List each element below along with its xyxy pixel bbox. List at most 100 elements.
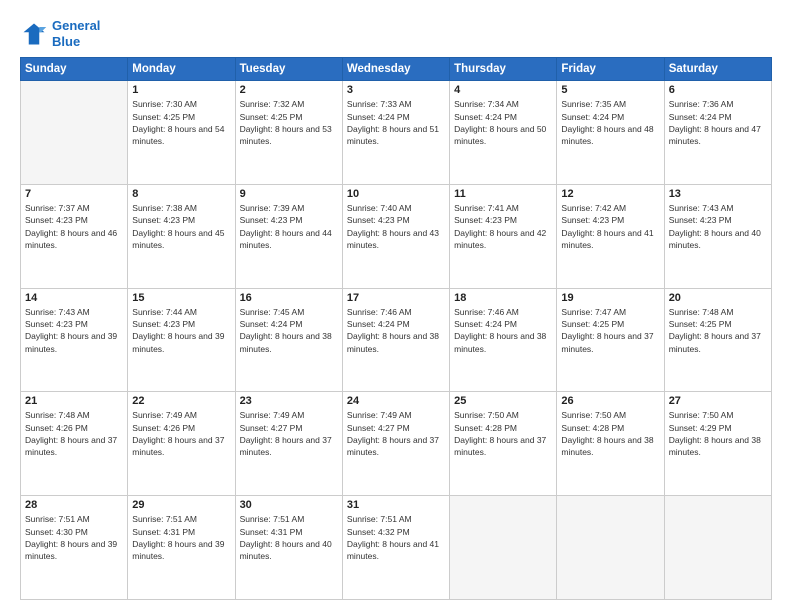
day-info: Sunrise: 7:43 AMSunset: 4:23 PMDaylight:… bbox=[25, 306, 123, 355]
day-number: 28 bbox=[25, 499, 123, 511]
day-info: Sunrise: 7:38 AMSunset: 4:23 PMDaylight:… bbox=[132, 202, 230, 251]
day-number: 19 bbox=[561, 292, 659, 304]
day-number: 13 bbox=[669, 188, 767, 200]
day-info: Sunrise: 7:50 AMSunset: 4:28 PMDaylight:… bbox=[454, 409, 552, 458]
day-info: Sunrise: 7:43 AMSunset: 4:23 PMDaylight:… bbox=[669, 202, 767, 251]
day-info: Sunrise: 7:32 AMSunset: 4:25 PMDaylight:… bbox=[240, 98, 338, 147]
day-number: 18 bbox=[454, 292, 552, 304]
day-cell: 28 Sunrise: 7:51 AMSunset: 4:30 PMDayligh… bbox=[21, 496, 128, 600]
week-row-4: 21Sunrise: 7:48 AMSunset: 4:26 PMDayligh… bbox=[21, 392, 772, 496]
page: General Blue SundayMondayTuesdayWednesda… bbox=[0, 0, 792, 612]
day-number: 9 bbox=[240, 188, 338, 200]
day-number: 16 bbox=[240, 292, 338, 304]
day-info: Sunrise: 7:33 AMSunset: 4:24 PMDaylight:… bbox=[347, 98, 445, 147]
day-cell: 5Sunrise: 7:35 AMSunset: 4:24 PMDaylight… bbox=[557, 81, 664, 185]
day-info: Sunrise: 7:46 AMSunset: 4:24 PMDaylight:… bbox=[454, 306, 552, 355]
day-cell: 29 Sunrise: 7:51 AMSunset: 4:31 PMDayligh… bbox=[128, 496, 235, 600]
day-number: 12 bbox=[561, 188, 659, 200]
day-info: Sunrise: 7:51 AMSunset: 4:30 PMDaylight:… bbox=[25, 513, 123, 562]
header: General Blue bbox=[20, 18, 772, 49]
day-info: Sunrise: 7:48 AMSunset: 4:26 PMDaylight:… bbox=[25, 409, 123, 458]
day-number: 27 bbox=[669, 395, 767, 407]
day-info: Sunrise: 7:34 AMSunset: 4:24 PMDaylight:… bbox=[454, 98, 552, 147]
day-info: Sunrise: 7:37 AMSunset: 4:23 PMDaylight:… bbox=[25, 202, 123, 251]
weekday-header-row: SundayMondayTuesdayWednesdayThursdayFrid… bbox=[21, 58, 772, 81]
day-cell: 11 Sunrise: 7:41 AMSunset: 4:23 PMDayligh… bbox=[450, 184, 557, 288]
day-info: Sunrise: 7:47 AMSunset: 4:25 PMDaylight:… bbox=[561, 306, 659, 355]
day-cell: 10Sunrise: 7:40 AMSunset: 4:23 PMDayligh… bbox=[342, 184, 449, 288]
day-info: Sunrise: 7:36 AMSunset: 4:24 PMDaylight:… bbox=[669, 98, 767, 147]
day-number: 17 bbox=[347, 292, 445, 304]
weekday-saturday: Saturday bbox=[664, 58, 771, 81]
calendar-table: SundayMondayTuesdayWednesdayThursdayFrid… bbox=[20, 57, 772, 600]
day-info: Sunrise: 7:46 AMSunset: 4:24 PMDaylight:… bbox=[347, 306, 445, 355]
day-info: Sunrise: 7:41 AMSunset: 4:23 PMDaylight:… bbox=[454, 202, 552, 251]
day-cell bbox=[664, 496, 771, 600]
logo: General Blue bbox=[20, 18, 100, 49]
week-row-2: 7 Sunrise: 7:37 AMSunset: 4:23 PMDaylight… bbox=[21, 184, 772, 288]
weekday-sunday: Sunday bbox=[21, 58, 128, 81]
day-cell: 4 Sunrise: 7:34 AMSunset: 4:24 PMDaylight… bbox=[450, 81, 557, 185]
day-number: 14 bbox=[25, 292, 123, 304]
day-cell: 16 Sunrise: 7:45 AMSunset: 4:24 PMDayligh… bbox=[235, 288, 342, 392]
weekday-monday: Monday bbox=[128, 58, 235, 81]
day-cell bbox=[450, 496, 557, 600]
day-info: Sunrise: 7:45 AMSunset: 4:24 PMDaylight:… bbox=[240, 306, 338, 355]
day-info: Sunrise: 7:42 AMSunset: 4:23 PMDaylight:… bbox=[561, 202, 659, 251]
day-cell: 2Sunrise: 7:32 AMSunset: 4:25 PMDaylight… bbox=[235, 81, 342, 185]
day-cell: 20Sunrise: 7:48 AMSunset: 4:25 PMDayligh… bbox=[664, 288, 771, 392]
day-info: Sunrise: 7:30 AMSunset: 4:25 PMDaylight:… bbox=[132, 98, 230, 147]
logo-text: General Blue bbox=[52, 18, 100, 49]
day-cell bbox=[557, 496, 664, 600]
day-cell: 1 Sunrise: 7:30 AMSunset: 4:25 PMDaylight… bbox=[128, 81, 235, 185]
day-cell: 22 Sunrise: 7:49 AMSunset: 4:26 PMDayligh… bbox=[128, 392, 235, 496]
day-cell: 26 Sunrise: 7:50 AMSunset: 4:28 PMDayligh… bbox=[557, 392, 664, 496]
day-cell: 30 Sunrise: 7:51 AMSunset: 4:31 PMDayligh… bbox=[235, 496, 342, 600]
day-cell: 21Sunrise: 7:48 AMSunset: 4:26 PMDayligh… bbox=[21, 392, 128, 496]
day-info: Sunrise: 7:49 AMSunset: 4:27 PMDaylight:… bbox=[347, 409, 445, 458]
day-number: 1 bbox=[132, 84, 230, 96]
day-number: 26 bbox=[561, 395, 659, 407]
day-info: Sunrise: 7:40 AMSunset: 4:23 PMDaylight:… bbox=[347, 202, 445, 251]
day-cell: 6 Sunrise: 7:36 AMSunset: 4:24 PMDaylight… bbox=[664, 81, 771, 185]
day-info: Sunrise: 7:48 AMSunset: 4:25 PMDaylight:… bbox=[669, 306, 767, 355]
weekday-friday: Friday bbox=[557, 58, 664, 81]
day-info: Sunrise: 7:50 AMSunset: 4:29 PMDaylight:… bbox=[669, 409, 767, 458]
day-number: 7 bbox=[25, 188, 123, 200]
day-cell: 25 Sunrise: 7:50 AMSunset: 4:28 PMDayligh… bbox=[450, 392, 557, 496]
day-info: Sunrise: 7:51 AMSunset: 4:32 PMDaylight:… bbox=[347, 513, 445, 562]
day-number: 3 bbox=[347, 84, 445, 96]
day-number: 29 bbox=[132, 499, 230, 511]
day-cell: 9Sunrise: 7:39 AMSunset: 4:23 PMDaylight… bbox=[235, 184, 342, 288]
day-info: Sunrise: 7:49 AMSunset: 4:26 PMDaylight:… bbox=[132, 409, 230, 458]
weekday-tuesday: Tuesday bbox=[235, 58, 342, 81]
day-cell: 17 Sunrise: 7:46 AMSunset: 4:24 PMDayligh… bbox=[342, 288, 449, 392]
day-cell: 8Sunrise: 7:38 AMSunset: 4:23 PMDaylight… bbox=[128, 184, 235, 288]
day-cell: 31 Sunrise: 7:51 AMSunset: 4:32 PMDayligh… bbox=[342, 496, 449, 600]
day-number: 25 bbox=[454, 395, 552, 407]
day-cell: 12 Sunrise: 7:42 AMSunset: 4:23 PMDayligh… bbox=[557, 184, 664, 288]
day-cell: 24Sunrise: 7:49 AMSunset: 4:27 PMDayligh… bbox=[342, 392, 449, 496]
weekday-wednesday: Wednesday bbox=[342, 58, 449, 81]
day-cell: 23Sunrise: 7:49 AMSunset: 4:27 PMDayligh… bbox=[235, 392, 342, 496]
week-row-3: 14 Sunrise: 7:43 AMSunset: 4:23 PMDayligh… bbox=[21, 288, 772, 392]
logo-icon bbox=[20, 20, 48, 48]
day-cell: 7 Sunrise: 7:37 AMSunset: 4:23 PMDaylight… bbox=[21, 184, 128, 288]
day-number: 11 bbox=[454, 188, 552, 200]
day-cell: 14 Sunrise: 7:43 AMSunset: 4:23 PMDayligh… bbox=[21, 288, 128, 392]
day-cell bbox=[21, 81, 128, 185]
day-info: Sunrise: 7:51 AMSunset: 4:31 PMDaylight:… bbox=[132, 513, 230, 562]
day-info: Sunrise: 7:49 AMSunset: 4:27 PMDaylight:… bbox=[240, 409, 338, 458]
day-cell: 27 Sunrise: 7:50 AMSunset: 4:29 PMDayligh… bbox=[664, 392, 771, 496]
day-info: Sunrise: 7:51 AMSunset: 4:31 PMDaylight:… bbox=[240, 513, 338, 562]
day-number: 15 bbox=[132, 292, 230, 304]
day-cell: 3 Sunrise: 7:33 AMSunset: 4:24 PMDaylight… bbox=[342, 81, 449, 185]
day-number: 30 bbox=[240, 499, 338, 511]
day-number: 22 bbox=[132, 395, 230, 407]
day-info: Sunrise: 7:35 AMSunset: 4:24 PMDaylight:… bbox=[561, 98, 659, 147]
day-cell: 15Sunrise: 7:44 AMSunset: 4:23 PMDayligh… bbox=[128, 288, 235, 392]
day-info: Sunrise: 7:50 AMSunset: 4:28 PMDaylight:… bbox=[561, 409, 659, 458]
day-number: 6 bbox=[669, 84, 767, 96]
day-number: 4 bbox=[454, 84, 552, 96]
day-number: 31 bbox=[347, 499, 445, 511]
